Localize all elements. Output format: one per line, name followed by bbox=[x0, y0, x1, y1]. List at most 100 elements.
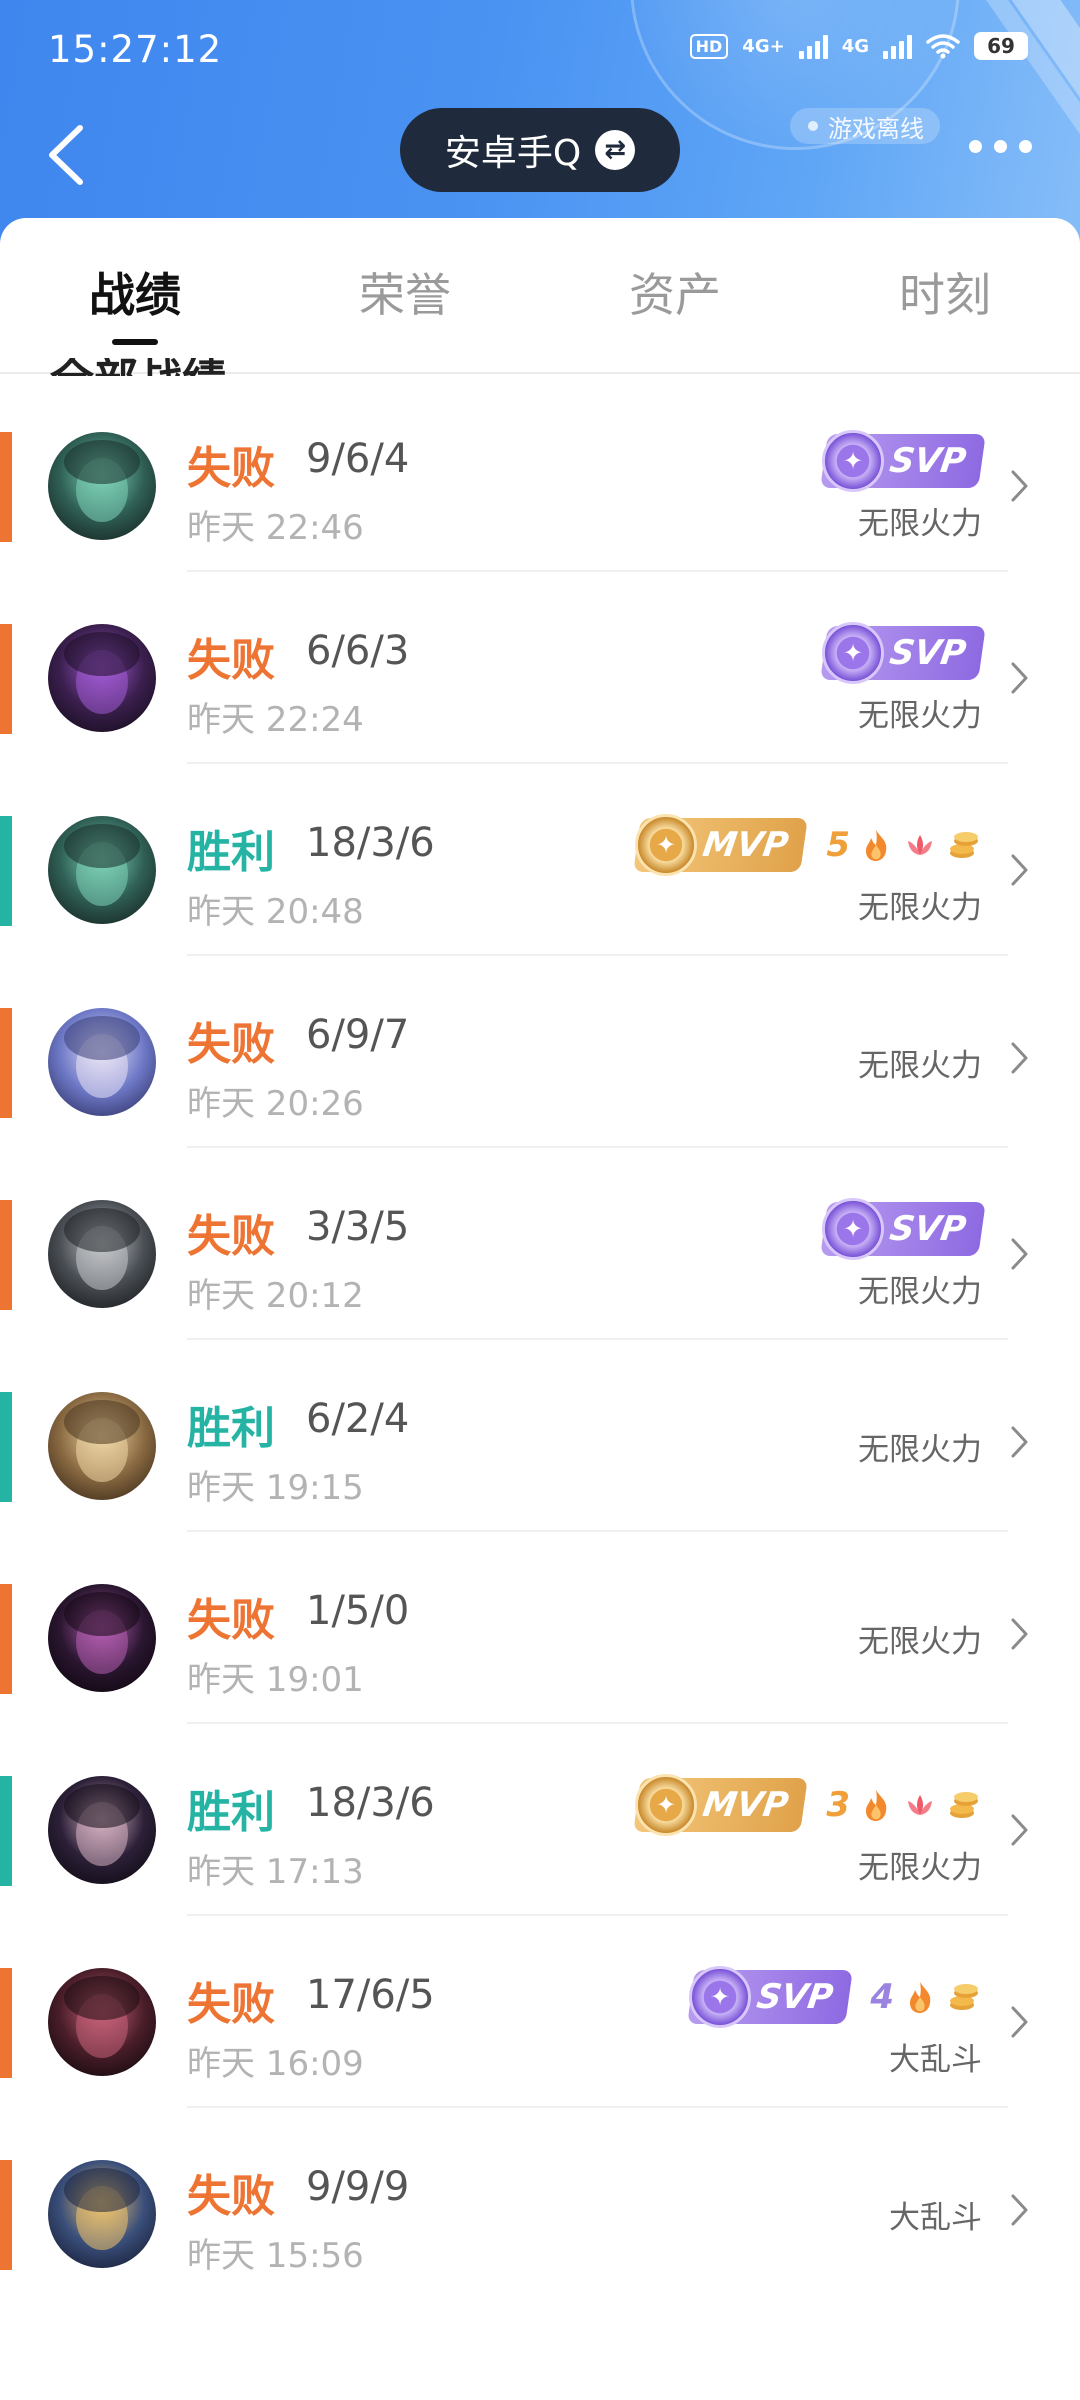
chevron-right-icon bbox=[1011, 1042, 1028, 1074]
achievement-icons: 4 bbox=[870, 1977, 982, 2017]
coins-icon bbox=[950, 1984, 978, 2010]
match-row[interactable]: 失败 17/6/5 昨天 16:09 大乱斗 ✦ SVP 4 bbox=[0, 1916, 1080, 2108]
tab-moments[interactable]: 时刻 bbox=[810, 217, 1080, 373]
coins-icon bbox=[950, 1792, 978, 1818]
tab-honors[interactable]: 荣誉 bbox=[270, 217, 540, 373]
fire-icon bbox=[910, 1982, 931, 2013]
hero-avatar bbox=[48, 1200, 156, 1308]
match-row[interactable]: 失败 6/6/3 昨天 22:24 无限火力 ✦ SVP bbox=[0, 572, 1080, 764]
hero-avatar bbox=[48, 1584, 156, 1692]
match-badges: ✦ SVP bbox=[820, 622, 986, 684]
badge-label: MVP bbox=[700, 825, 792, 865]
game-mode: 无限火力 bbox=[858, 890, 982, 926]
match-badges: ✦ SVP bbox=[820, 1198, 986, 1260]
chevron-right-icon bbox=[1011, 854, 1028, 886]
match-kda: 18/3/6 bbox=[306, 1780, 435, 1826]
svp-emblem-icon: ✦ bbox=[822, 430, 885, 492]
match-time: 昨天 15:56 bbox=[187, 2236, 364, 2276]
svp-badge: ✦ SVP bbox=[820, 622, 986, 684]
match-result: 胜利 bbox=[187, 827, 275, 878]
account-name: 安卓手Q bbox=[444, 133, 582, 174]
signal-icon bbox=[798, 33, 828, 59]
network-label-1: 4G+ bbox=[742, 35, 785, 57]
match-row[interactable]: 胜利 18/3/6 昨天 17:13 无限火力 ✦ MVP 3 bbox=[0, 1724, 1080, 1916]
mvp-emblem-icon: ✦ bbox=[635, 814, 698, 876]
hero-avatar bbox=[48, 432, 156, 540]
match-time: 昨天 17:13 bbox=[187, 1852, 364, 1892]
multikill-count: 5 bbox=[826, 825, 850, 865]
match-row[interactable]: 失败 9/9/9 昨天 15:56 大乱斗 bbox=[0, 2108, 1080, 2300]
match-kda: 18/3/6 bbox=[306, 820, 435, 866]
chevron-right-icon bbox=[1011, 470, 1028, 502]
match-row[interactable]: 胜利 18/3/6 昨天 20:48 无限火力 ✦ MVP 5 bbox=[0, 764, 1080, 956]
match-kda: 9/9/9 bbox=[306, 2164, 410, 2210]
network-label-2: 4G bbox=[841, 35, 869, 57]
game-mode: 无限火力 bbox=[858, 1850, 982, 1886]
match-result: 胜利 bbox=[187, 1403, 275, 1454]
fire-icon bbox=[866, 1790, 887, 1821]
hero-avatar bbox=[48, 1008, 156, 1116]
match-result: 失败 bbox=[187, 635, 275, 686]
match-badges: ✦ MVP 5 bbox=[633, 814, 982, 876]
outcome-indicator bbox=[0, 1200, 12, 1310]
hero-avatar bbox=[48, 1968, 156, 2076]
fire-icon bbox=[866, 830, 887, 861]
game-mode: 无限火力 bbox=[858, 1624, 982, 1660]
match-result: 失败 bbox=[187, 1595, 275, 1646]
match-row[interactable]: 失败 6/9/7 昨天 20:26 无限火力 bbox=[0, 956, 1080, 1148]
hero-avatar bbox=[48, 1392, 156, 1500]
mvp-badge: ✦ MVP bbox=[633, 814, 809, 876]
multikill-count: 4 bbox=[870, 1977, 894, 2017]
chevron-right-icon bbox=[1011, 1814, 1028, 1846]
section-title: 全部战绩 bbox=[50, 358, 226, 376]
wifi-icon bbox=[926, 34, 960, 59]
svp-emblem-icon: ✦ bbox=[688, 1966, 751, 2028]
outcome-indicator bbox=[0, 624, 12, 734]
match-kda: 6/6/3 bbox=[306, 628, 410, 674]
outcome-indicator bbox=[0, 432, 12, 542]
match-badges: ✦ SVP 4 bbox=[686, 1966, 982, 2028]
badge-label: MVP bbox=[700, 1785, 792, 1825]
chevron-right-icon bbox=[1011, 1426, 1028, 1458]
hero-avatar bbox=[48, 1776, 156, 1884]
outcome-indicator bbox=[0, 1008, 12, 1118]
svp-emblem-icon: ✦ bbox=[822, 1198, 885, 1260]
hd-icon: HD bbox=[689, 33, 729, 59]
svp-badge: ✦ SVP bbox=[686, 1966, 853, 2028]
match-list: 失败 9/6/4 昨天 22:46 无限火力 ✦ SVP 失败 6/6/3 昨天 22:24 无限… bbox=[0, 380, 1080, 2300]
match-row[interactable]: 失败 1/5/0 昨天 19:01 无限火力 bbox=[0, 1532, 1080, 1724]
match-kda: 1/5/0 bbox=[306, 1588, 410, 1634]
match-row[interactable]: 失败 9/6/4 昨天 22:46 无限火力 ✦ SVP bbox=[0, 380, 1080, 572]
match-time: 昨天 22:46 bbox=[187, 508, 364, 548]
match-row[interactable]: 失败 3/3/5 昨天 20:12 无限火力 ✦ SVP bbox=[0, 1148, 1080, 1340]
badge-label: SVP bbox=[887, 1209, 969, 1249]
match-time: 昨天 22:24 bbox=[187, 700, 364, 740]
match-time: 昨天 19:01 bbox=[187, 1660, 364, 1700]
game-mode: 无限火力 bbox=[858, 1048, 982, 1084]
tab-records[interactable]: 战绩 bbox=[0, 217, 270, 373]
match-badges: ✦ MVP 3 bbox=[633, 1774, 982, 1836]
match-kda: 6/9/7 bbox=[306, 1012, 410, 1058]
tab-assets[interactable]: 资产 bbox=[540, 217, 810, 373]
badge-label: SVP bbox=[887, 441, 969, 481]
chevron-right-icon bbox=[1011, 2006, 1028, 2038]
outcome-indicator bbox=[0, 816, 12, 926]
signal-icon bbox=[883, 33, 912, 59]
match-result: 失败 bbox=[187, 2171, 275, 2222]
match-row[interactable]: 胜利 6/2/4 昨天 19:15 无限火力 bbox=[0, 1340, 1080, 1532]
offline-dot-icon bbox=[808, 121, 818, 131]
achievement-icons: 3 bbox=[826, 1785, 982, 1825]
chevron-right-icon bbox=[1011, 1618, 1028, 1650]
match-time: 昨天 16:09 bbox=[187, 2044, 364, 2084]
match-time: 昨天 20:48 bbox=[187, 892, 364, 932]
more-icon[interactable] bbox=[969, 140, 1032, 153]
match-time: 昨天 20:12 bbox=[187, 1276, 364, 1316]
game-mode: 大乱斗 bbox=[889, 2200, 982, 2236]
status-icons: HD 4G+ 4G 69 bbox=[689, 32, 1028, 60]
outcome-indicator bbox=[0, 1584, 12, 1694]
account-switch-button[interactable]: 安卓手Q ⇄ bbox=[400, 108, 680, 192]
lotus-icon bbox=[908, 835, 932, 855]
chevron-right-icon bbox=[1011, 2194, 1028, 2226]
game-mode: 无限火力 bbox=[858, 1274, 982, 1310]
back-icon[interactable] bbox=[40, 120, 100, 190]
